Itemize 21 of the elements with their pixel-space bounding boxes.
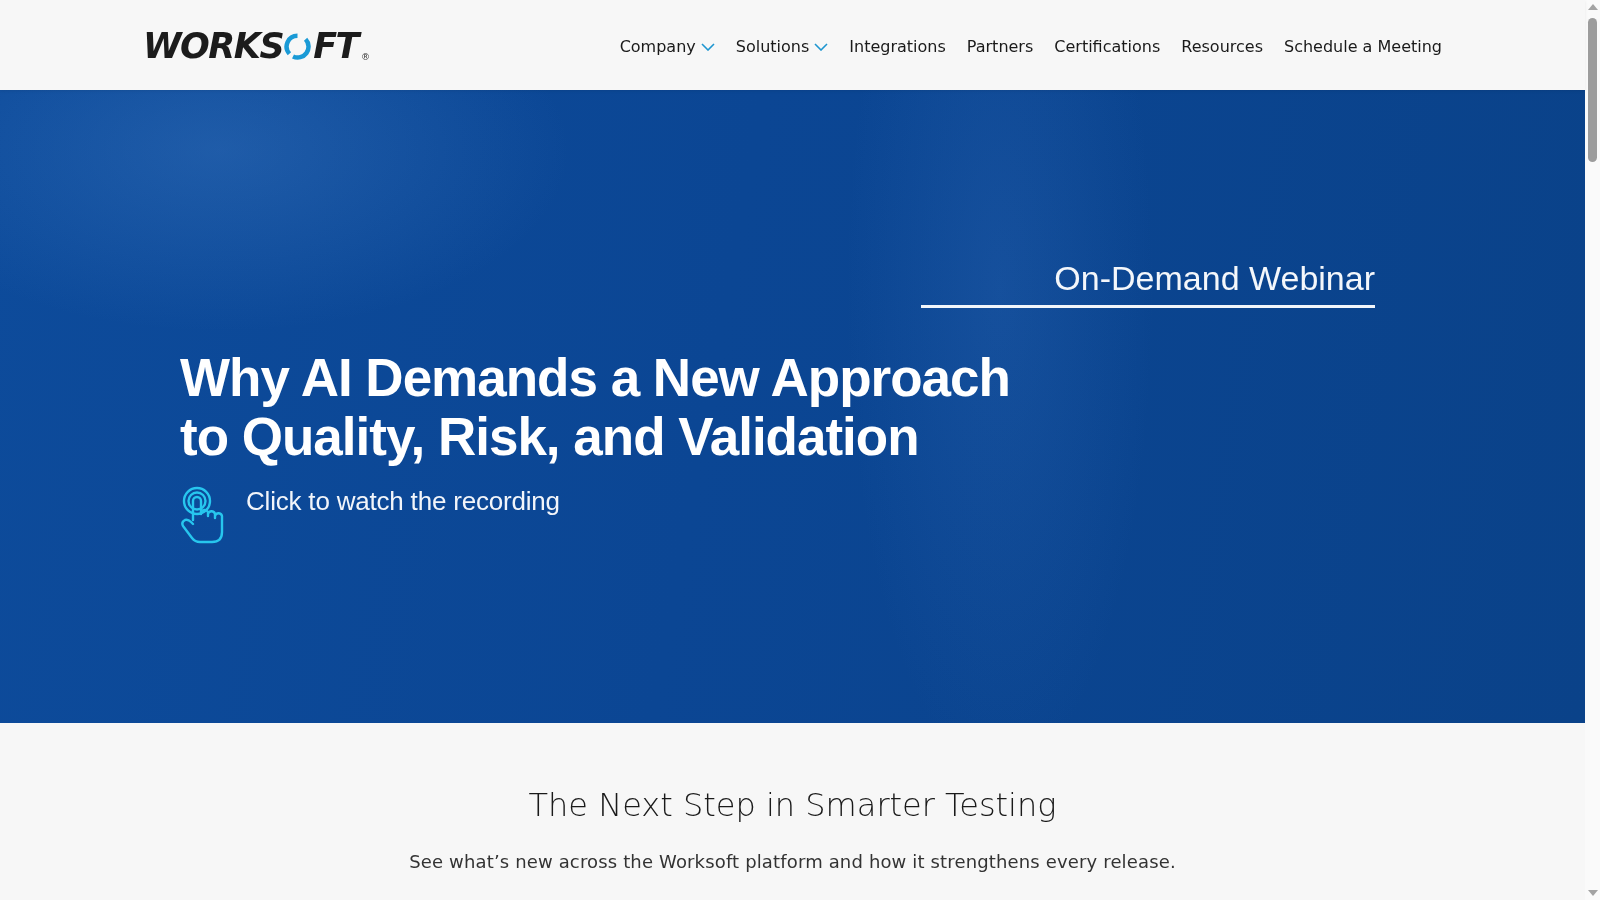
nav-link[interactable]: Resources <box>1181 36 1263 56</box>
chevron-down-icon <box>700 43 715 51</box>
scroll-up-icon[interactable] <box>1587 4 1598 10</box>
nav-link[interactable]: Company <box>619 36 715 56</box>
watch-recording-link[interactable]: Click to watch the recording <box>246 486 560 516</box>
nav-link[interactable]: Integrations <box>849 36 946 56</box>
worksoft-logo[interactable]: WORKS FT® <box>143 28 370 64</box>
chevron-down-icon <box>814 43 829 51</box>
nav-link[interactable]: Schedule a Meeting <box>1284 36 1442 56</box>
section-description: See what’s new across the Worksoft platform and how it strengthens every release. <box>409 850 1176 874</box>
webinar-title: Why AI Demands a New Approach to Quality, Risk, and Validation <box>180 348 1010 466</box>
ring-icon <box>284 32 312 60</box>
nav-link[interactable]: Solutions <box>735 36 829 56</box>
scrollbar-thumb[interactable] <box>1588 18 1597 162</box>
webinar-label: On-Demand Webinar <box>921 256 1375 308</box>
pointing-hand-icon <box>180 486 224 544</box>
webinar-banner[interactable]: On-Demand Webinar Why AI Demands a New Approach to Quality, Risk, and Validation Click to watch the recording <box>0 90 1585 723</box>
scroll-down-icon[interactable] <box>1587 890 1598 896</box>
nav-link[interactable]: Partners <box>966 36 1034 56</box>
section-heading: The Next Step in Smarter Testing <box>528 785 1057 826</box>
nav-link[interactable]: Certifications <box>1054 36 1161 56</box>
